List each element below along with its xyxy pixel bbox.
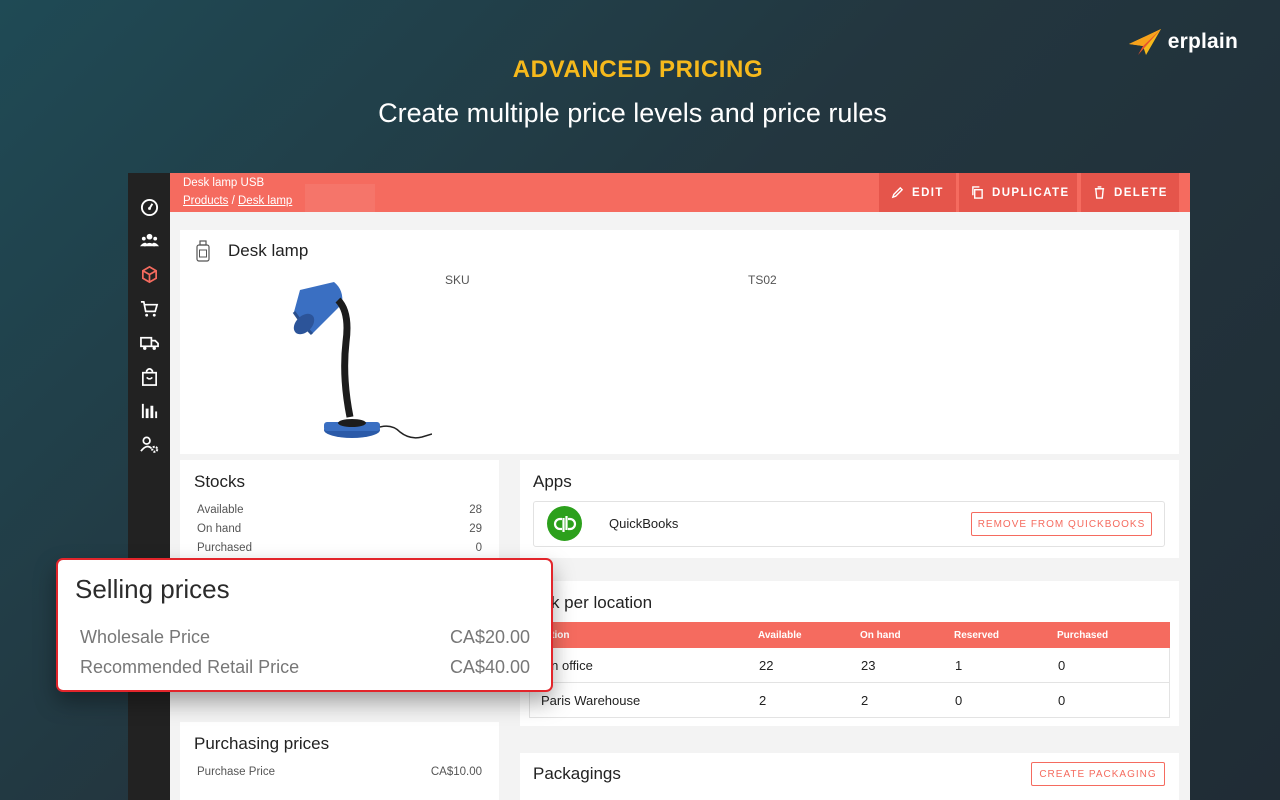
stock-row: On hand 29 <box>197 523 482 535</box>
table-cell: 2 <box>759 692 767 708</box>
stock-row: Available 28 <box>197 504 482 516</box>
copy-icon <box>972 186 983 199</box>
table-cell: 22 <box>759 657 774 673</box>
product-name: Desk lamp <box>228 241 309 260</box>
pencil-icon <box>891 186 904 199</box>
header-highlight <box>305 184 375 212</box>
table-row[interactable]: Paris Warehouse 2 2 0 0 <box>529 683 1170 718</box>
contacts-icon[interactable] <box>128 226 170 254</box>
quickbooks-icon <box>547 506 582 541</box>
selling-prices-callout: Selling prices Wholesale Price CA$20.00 … <box>56 558 553 692</box>
trash-icon <box>1094 186 1105 199</box>
edit-label: EDIT <box>912 186 944 199</box>
settings-user-icon[interactable] <box>128 430 170 458</box>
stock-label: On hand <box>197 523 242 535</box>
table-cell: 23 <box>861 657 876 673</box>
selling-prices-title: Selling prices <box>75 574 230 604</box>
table-cell: 0 <box>1058 657 1066 673</box>
page-header: Desk lamp USB Products / Desk lamp EDIT … <box>170 173 1190 212</box>
table-row[interactable]: ain office 22 23 1 0 <box>529 648 1170 683</box>
reports-icon[interactable] <box>128 396 170 424</box>
create-packaging-button[interactable]: CREATE PACKAGING <box>1031 762 1165 786</box>
stocks-card: Stocks Available 28 On hand 29 Purchased… <box>180 460 499 570</box>
apps-title: Apps <box>533 472 572 491</box>
dashboard-icon[interactable] <box>128 193 170 221</box>
sku-value: TS02 <box>748 273 777 287</box>
purchases-icon[interactable] <box>128 362 170 390</box>
purchase-price-value: CA$10.00 <box>430 766 482 778</box>
price-row: Recommended Retail Price CA$40.00 <box>80 657 530 678</box>
price-label: Wholesale Price <box>80 627 211 647</box>
location-table: cation Available On hand Reserved Purcha… <box>529 622 1170 718</box>
apps-card: Apps QuickBooks REMOVE FROM QUICKBOOKS <box>520 460 1179 558</box>
price-label: Recommended Retail Price <box>80 657 300 677</box>
price-value: CA$40.00 <box>449 657 530 677</box>
delete-button[interactable]: DELETE <box>1081 173 1179 212</box>
shipping-icon[interactable] <box>128 328 170 356</box>
app-row: QuickBooks REMOVE FROM QUICKBOOKS <box>533 501 1165 547</box>
page-title: Desk lamp USB <box>183 177 265 189</box>
breadcrumb-desk-lamp[interactable]: Desk lamp <box>238 195 292 207</box>
table-cell: 1 <box>955 657 963 673</box>
sidebar-rail <box>128 173 170 800</box>
breadcrumb: Products / Desk lamp <box>183 195 292 207</box>
column-header[interactable]: Available <box>758 622 802 648</box>
app-window: Desk lamp USB Products / Desk lamp EDIT … <box>128 173 1190 800</box>
purchasing-prices-card: Purchasing prices Purchase Price CA$10.0… <box>180 722 499 800</box>
purchasing-prices-title: Purchasing prices <box>194 734 330 753</box>
table-cell: 2 <box>861 692 869 708</box>
purchase-price-row: Purchase Price CA$10.00 <box>197 766 482 778</box>
product-image <box>292 282 432 439</box>
hero-kicker: ADVANCED PRICING <box>512 56 764 83</box>
sku-label: SKU <box>445 273 470 287</box>
product-bottle-icon <box>196 240 210 262</box>
price-value: CA$20.00 <box>449 627 530 647</box>
product-card: Desk lamp SKU TS02 <box>180 230 1179 454</box>
breadcrumb-products[interactable]: Products <box>183 195 228 207</box>
stock-value: 28 <box>469 504 482 516</box>
price-row: Wholesale Price CA$20.00 <box>80 627 530 648</box>
app-name: QuickBooks <box>609 516 679 531</box>
column-header[interactable]: On hand <box>860 622 901 648</box>
duplicate-button[interactable]: DUPLICATE <box>959 173 1077 212</box>
packagings-card: Packagings CREATE PACKAGING <box>520 753 1179 800</box>
paper-plane-logo-icon <box>1128 29 1161 55</box>
table-cell: 0 <box>955 692 963 708</box>
remove-from-quickbooks-button[interactable]: REMOVE FROM QUICKBOOKS <box>971 512 1152 536</box>
stock-value: 29 <box>469 523 482 535</box>
hero-title: Create multiple price levels and price r… <box>378 98 887 128</box>
breadcrumb-separator: / <box>231 195 235 207</box>
table-cell: Paris Warehouse <box>541 692 641 708</box>
products-icon[interactable] <box>128 260 170 288</box>
table-cell: 0 <box>1058 692 1066 708</box>
stocks-title: Stocks <box>194 472 246 491</box>
stock-label: Available <box>197 504 244 516</box>
column-header[interactable]: Purchased <box>1057 622 1108 648</box>
stock-row: Purchased 0 <box>197 542 482 554</box>
table-header: cation Available On hand Reserved Purcha… <box>529 622 1170 648</box>
delete-label: DELETE <box>1114 186 1168 199</box>
sales-icon[interactable] <box>128 294 170 322</box>
packagings-title: Packagings <box>533 764 621 783</box>
purchase-price-label: Purchase Price <box>197 766 275 778</box>
brand-logo: erplain <box>1128 28 1238 56</box>
stock-label: Purchased <box>197 542 252 554</box>
brand-name: erplain <box>1167 30 1238 53</box>
column-header[interactable]: Reserved <box>954 622 999 648</box>
edit-button[interactable]: EDIT <box>879 173 956 212</box>
stock-value: 0 <box>475 542 482 554</box>
stock-per-location-card: ock per location cation Available On han… <box>520 581 1179 726</box>
duplicate-label: DUPLICATE <box>992 186 1070 199</box>
